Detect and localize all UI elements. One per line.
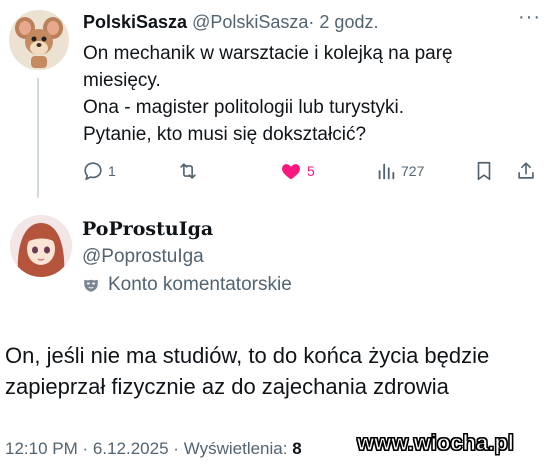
anime-girl-avatar-icon <box>10 215 72 277</box>
tweet-text-line: miesięcy. <box>83 70 161 91</box>
reply-text-line: On, jeśli nie ma studiów, to do końca ży… <box>5 343 490 368</box>
tweet-text: On mechanik w warsztacie i kolejką na pa… <box>83 40 543 148</box>
tweet-time[interactable]: 2 godz. <box>319 12 378 32</box>
header-separator: · <box>308 12 315 32</box>
repost-icon <box>180 163 196 179</box>
views-count: 727 <box>401 163 425 179</box>
reply-text-line: zapieprzał fizycznie az do zajechania zd… <box>5 374 449 399</box>
views-chart-icon <box>378 163 395 180</box>
avatar[interactable] <box>9 10 69 70</box>
reply-display-name[interactable]: PoProstuIga <box>82 218 213 240</box>
bookmark-icon <box>477 161 491 181</box>
reply-avatar[interactable] <box>10 215 72 277</box>
display-name[interactable]: PolskiSasza <box>83 12 187 32</box>
reply-icon <box>84 162 102 181</box>
thread-line <box>37 78 39 198</box>
reply-button[interactable]: 1 <box>82 160 116 182</box>
reply-time[interactable]: 12:10 PM <box>5 439 78 458</box>
reply-footer: 12:10 PM · 6.12.2025 · Wyświetlenia: 8 <box>5 439 302 459</box>
bookmark-button[interactable] <box>474 160 494 182</box>
share-icon <box>518 162 534 179</box>
watermark: www.wiocha.pl <box>357 430 515 456</box>
tweet-text-line: On mechanik w warsztacie i kolejką na pa… <box>83 43 453 64</box>
tweet-header: PolskiSasza @PolskiSasza· 2 godz. <box>83 12 378 33</box>
footer-separator: · <box>173 439 179 458</box>
views-button[interactable]: 727 <box>375 160 424 182</box>
reply-text: On, jeśli nie ma studiów, to do końca ży… <box>5 340 489 402</box>
like-button[interactable]: 5 <box>279 160 315 182</box>
heart-filled-icon <box>282 164 300 180</box>
mask-icon <box>84 279 98 292</box>
reply-user-handle[interactable]: @PoprostuIga <box>82 246 204 268</box>
jerry-mouse-avatar-icon <box>9 10 69 70</box>
reply-date[interactable]: 6.12.2025 <box>93 439 169 458</box>
tweet-text-line: Ona - magister politologii lub turystyki… <box>83 97 405 118</box>
user-handle[interactable]: @PolskiSasza <box>192 12 308 32</box>
footer-separator: · <box>82 439 89 458</box>
views-label: Wyświetlenia: <box>183 439 288 458</box>
repost-button[interactable] <box>176 160 204 182</box>
more-options-icon[interactable]: ··· <box>518 6 541 29</box>
commentator-account-badge: Konto komentatorskie <box>82 274 292 296</box>
share-button[interactable] <box>515 160 537 182</box>
views-value: 8 <box>292 439 302 458</box>
like-count: 5 <box>307 163 315 179</box>
account-label: Konto komentatorskie <box>108 274 292 295</box>
tweet-text-line: Pytanie, kto musi się dokształcić? <box>83 124 367 145</box>
reply-count: 1 <box>108 163 116 179</box>
